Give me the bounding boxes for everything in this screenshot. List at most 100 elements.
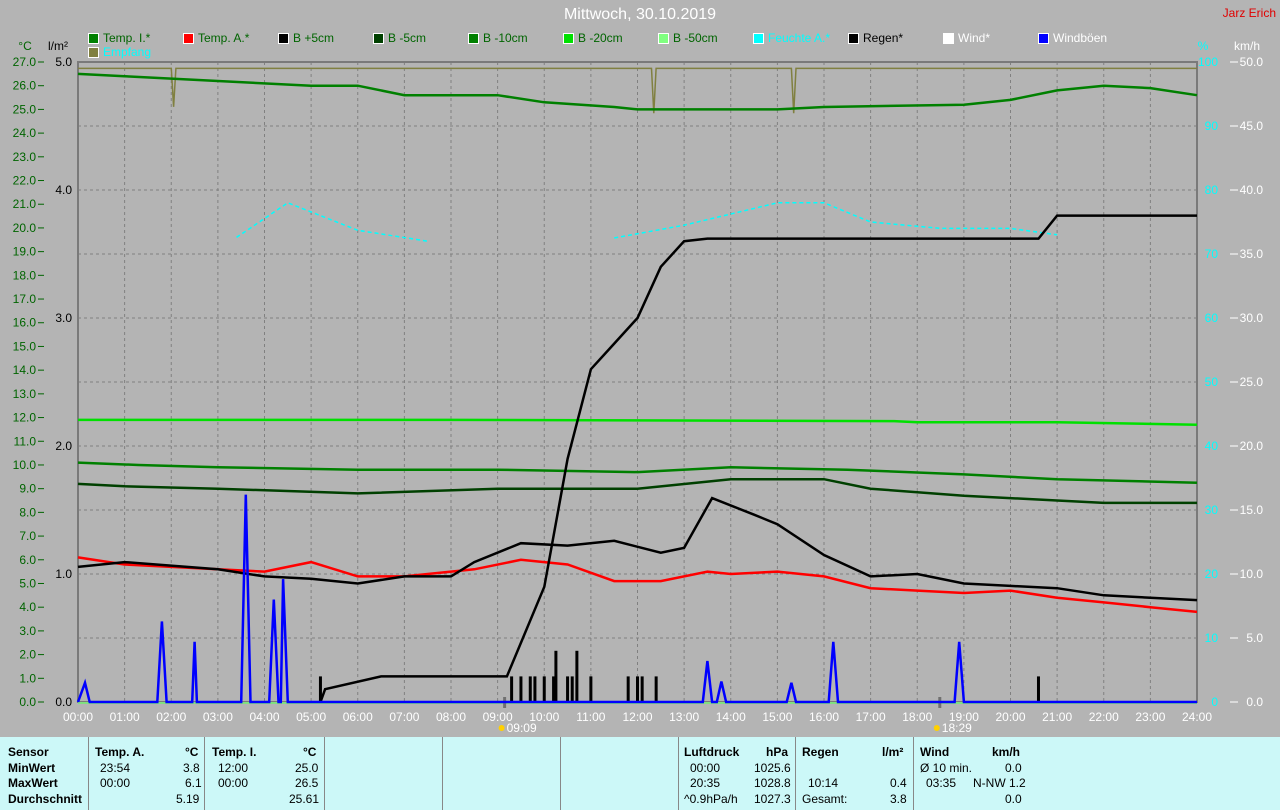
rain-tick-label: 5.0	[55, 55, 72, 69]
x-tick-label: 07:00	[389, 710, 419, 724]
sunset-time: 18:29	[942, 721, 972, 735]
divider	[678, 737, 679, 810]
x-tick-label: 24:00	[1182, 710, 1212, 724]
temp-tick-label: 15.0	[13, 339, 37, 353]
rain-tick-label: 0.0	[55, 695, 72, 709]
rain-tick-label: 3.0	[55, 311, 72, 325]
rain-tick-label: 2.0	[55, 439, 72, 453]
divider	[324, 737, 325, 810]
tempA-min-time: 23:54	[100, 761, 131, 775]
divider	[795, 737, 796, 810]
humidity-tick-label: 10	[1205, 631, 1219, 645]
divider	[913, 737, 914, 810]
temp-tick-label: 16.0	[13, 316, 37, 330]
tempA-max: 6.1	[185, 776, 202, 790]
wind-axis-unit: km/h	[1234, 39, 1260, 53]
tempI-max-time: 00:00	[218, 776, 249, 790]
temp-tick-label: 1.0	[19, 671, 36, 685]
humidity-tick-label: 100	[1198, 55, 1218, 69]
pressure-trend: ^0.9hPa/h	[684, 792, 738, 806]
temp-tick-label: 2.0	[19, 648, 36, 662]
wind-max-time: 03:35	[926, 776, 957, 790]
x-tick-label: 21:00	[1042, 710, 1072, 724]
tempI-unit: °C	[303, 745, 317, 759]
temp-tick-label: 13.0	[13, 387, 37, 401]
temp-tick-label: 12.0	[13, 411, 37, 425]
temp-tick-label: 3.0	[19, 624, 36, 638]
humidity-tick-label: 0	[1211, 695, 1218, 709]
temp-tick-label: 18.0	[13, 268, 37, 282]
x-tick-label: 02:00	[156, 710, 186, 724]
temp-tick-label: 23.0	[13, 150, 37, 164]
rain-header: Regen	[802, 745, 839, 759]
wind-current: 0.0	[1005, 792, 1022, 806]
wind-tick-label: 50.0	[1240, 55, 1264, 69]
x-tick-label: 15:00	[762, 710, 792, 724]
tempI-header: Temp. I.	[212, 745, 257, 759]
temp-tick-label: 6.0	[19, 553, 36, 567]
pressure-max: 1028.8	[754, 776, 791, 790]
temp-tick-label: 9.0	[19, 482, 36, 496]
rain-tick-label: 1.0	[55, 567, 72, 581]
avg-label: Durchschnitt	[8, 792, 83, 806]
wind-tick-label: 35.0	[1240, 247, 1264, 261]
tempI-max: 26.5	[295, 776, 319, 790]
pressure-min-time: 00:00	[690, 761, 721, 775]
wind-tick-label: 25.0	[1240, 375, 1264, 389]
rain-tick-label: 4.0	[55, 183, 72, 197]
series-line-feuchte-a-	[236, 201, 1058, 242]
divider	[560, 737, 561, 810]
x-tick-label: 03:00	[203, 710, 233, 724]
humidity-tick-label: 70	[1205, 247, 1219, 261]
temp-axis-unit: °C	[18, 39, 32, 53]
x-tick-label: 00:00	[63, 710, 93, 724]
wind-avg: 0.0	[1005, 761, 1022, 775]
wind-tick-label: 10.0	[1240, 567, 1264, 581]
tempI-min: 25.0	[295, 761, 319, 775]
temp-tick-label: 4.0	[19, 600, 36, 614]
min-label: MinWert	[8, 761, 56, 775]
temp-tick-label: 24.0	[13, 126, 37, 140]
rain-total: 3.8	[890, 792, 907, 806]
humidity-tick-label: 80	[1205, 183, 1219, 197]
temp-tick-label: 19.0	[13, 245, 37, 259]
wind-tick-label: 30.0	[1240, 311, 1264, 325]
pressure-header: Luftdruck	[684, 745, 740, 759]
x-tick-label: 06:00	[343, 710, 373, 724]
x-tick-label: 16:00	[809, 710, 839, 724]
wind-tick-label: 40.0	[1240, 183, 1264, 197]
wind-tick-label: 20.0	[1240, 439, 1264, 453]
temp-tick-label: 5.0	[19, 576, 36, 590]
pressure-min: 1025.6	[754, 761, 791, 775]
tempA-unit: °C	[185, 745, 199, 759]
x-tick-label: 05:00	[296, 710, 326, 724]
x-tick-label: 22:00	[1089, 710, 1119, 724]
wind-max: N-NW 1.2	[973, 776, 1026, 790]
divider	[442, 737, 443, 810]
x-tick-label: 01:00	[110, 710, 140, 724]
humidity-tick-label: 60	[1205, 311, 1219, 325]
temp-tick-label: 20.0	[13, 221, 37, 235]
temp-tick-label: 25.0	[13, 102, 37, 116]
x-tick-label: 23:00	[1135, 710, 1165, 724]
pressure-unit: hPa	[766, 745, 789, 759]
temp-tick-label: 0.0	[19, 695, 36, 709]
sunset-icon	[933, 725, 940, 731]
tempA-header: Temp. A.	[95, 745, 145, 759]
pressure-max-time: 20:35	[690, 776, 721, 790]
divider	[88, 737, 89, 810]
wind-header: Wind	[920, 745, 950, 759]
wind-tick-label: 15.0	[1240, 503, 1264, 517]
humidity-tick-label: 90	[1205, 119, 1219, 133]
humidity-tick-label: 40	[1205, 439, 1219, 453]
humidity-tick-label: 30	[1205, 503, 1219, 517]
x-tick-label: 04:00	[249, 710, 279, 724]
wind-tick-label: 45.0	[1240, 119, 1264, 133]
x-tick-label: 11:00	[576, 710, 605, 724]
wind-unit: km/h	[992, 745, 1021, 759]
tempA-avg: 5.19	[176, 792, 200, 806]
rain-axis-unit: l/m²	[48, 39, 68, 53]
tempI-avg: 25.61	[289, 792, 320, 806]
temp-tick-label: 27.0	[13, 55, 37, 69]
rain-unit: l/m²	[882, 745, 904, 759]
